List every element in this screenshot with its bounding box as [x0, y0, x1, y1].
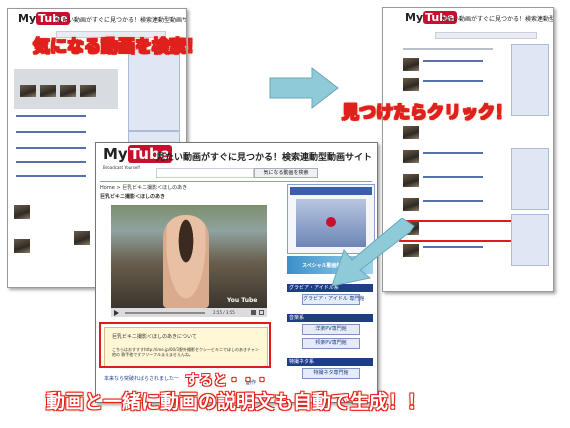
site-title: 見たい動画がすぐに見つかる！検索連動型動画サイト: [56, 17, 187, 24]
video-thumbnail[interactable]: [80, 85, 96, 97]
result-link[interactable]: [16, 161, 86, 163]
video-subject: [163, 215, 209, 308]
description-highlight: [99, 322, 271, 368]
sidebar-button-western[interactable]: 洋楽PV専門館: [302, 324, 360, 335]
arrow-down-left-icon: [331, 218, 415, 287]
result-thumbnail[interactable]: [403, 150, 419, 163]
search-button[interactable]: 気になる動画を検索: [254, 168, 318, 178]
search-bar[interactable]: [435, 32, 537, 39]
sidebar-heading-music: 音楽系: [287, 314, 373, 322]
video-thumbnail[interactable]: [14, 239, 30, 253]
volume-icon[interactable]: [251, 310, 256, 315]
site-title: 見たい動画がすぐに見つかる！検索連動型動画サイト: [441, 16, 553, 23]
result-link[interactable]: [423, 60, 483, 62]
result-link[interactable]: [423, 152, 483, 154]
sidebar-box: [511, 44, 549, 116]
callout-search: 気になる動画を検索！: [33, 37, 204, 58]
result-thumbnail[interactable]: [403, 78, 419, 91]
result-link[interactable]: [16, 115, 86, 117]
result-link[interactable]: [423, 200, 483, 202]
arrow-right-icon: [269, 66, 339, 110]
result-link[interactable]: [423, 176, 483, 178]
fullscreen-icon[interactable]: [259, 310, 264, 315]
sidebar-box: [128, 49, 180, 131]
result-link[interactable]: [16, 147, 86, 149]
search-input[interactable]: [156, 168, 254, 178]
callout-click: 見つけたらクリック！: [342, 103, 513, 124]
video-watermark: You Tube: [227, 297, 258, 304]
video-thumbnail[interactable]: [14, 205, 30, 219]
footer-note: 本来なら突破ればらされましたー: [104, 376, 180, 382]
result-link[interactable]: [16, 175, 86, 177]
video-title: 巨乳ビキニ撮影＜ほしのあき: [100, 194, 166, 200]
sidebar-button-japanese[interactable]: 邦楽PV専門館: [302, 338, 360, 349]
video-thumbnail[interactable]: [40, 85, 56, 97]
video-thumbnail[interactable]: [60, 85, 76, 97]
seek-bar[interactable]: [125, 312, 205, 314]
sidebar-button-tokusatsu[interactable]: 特撮ネタ専門館: [302, 368, 360, 379]
logo-tagline: Broadcast Yourself: [103, 165, 140, 170]
video-thumbnail[interactable]: [74, 231, 90, 245]
sidebar-button-idol[interactable]: グラビア・アイドル 専門館: [302, 294, 364, 305]
result-thumbnail[interactable]: [403, 58, 419, 71]
callout-result: 動画と一緒に動画の説明文も自動で生成！！: [46, 391, 427, 413]
list-divider: [403, 48, 493, 50]
sidebar-box: [511, 214, 549, 266]
result-link[interactable]: [423, 80, 483, 82]
sidebar-box: [511, 148, 549, 210]
result-link[interactable]: [423, 246, 483, 248]
video-time: 2:55 / 3:55: [213, 310, 235, 315]
result-thumbnail[interactable]: [403, 174, 419, 187]
result-thumbnail[interactable]: [403, 198, 419, 211]
sidebar-heading-tokusatsu: 特撮ネタ系: [287, 358, 373, 366]
ad-banner[interactable]: [290, 187, 372, 195]
result-thumbnail[interactable]: [403, 126, 419, 139]
video-player[interactable]: You Tube 2:55 / 3:55: [111, 205, 267, 317]
play-icon[interactable]: [114, 310, 119, 316]
result-link[interactable]: [16, 131, 86, 133]
breadcrumb: Home > 巨乳ビキニ撮影＜ほしのあき: [100, 185, 188, 191]
header-divider: [100, 181, 372, 182]
video-thumbnail[interactable]: [20, 85, 36, 97]
site-title: 見たい動画がすぐに見つかる！検索連動型動画サイト: [156, 153, 373, 163]
